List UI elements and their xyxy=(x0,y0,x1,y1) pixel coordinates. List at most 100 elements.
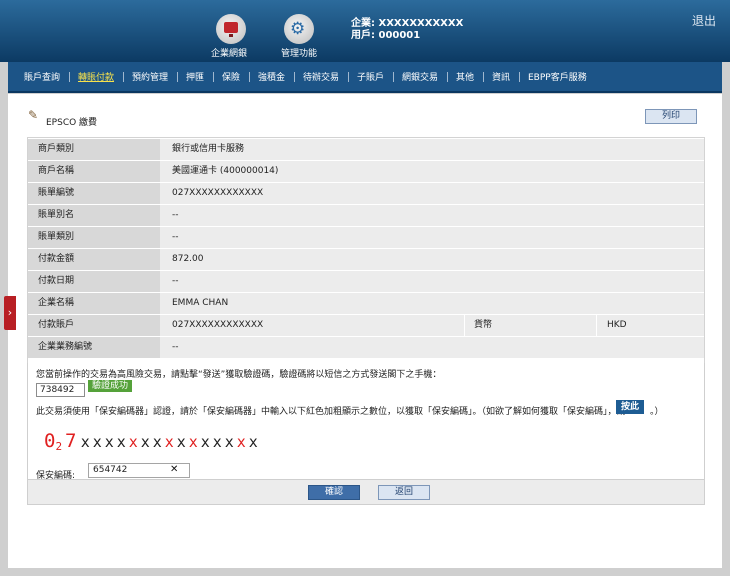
chevron-right-icon: › xyxy=(7,306,13,319)
nav-divider xyxy=(213,72,214,82)
otp-input[interactable]: 738492 xyxy=(36,383,85,397)
table-row: 賬單類別 -- xyxy=(28,227,704,248)
nav-divider xyxy=(123,72,124,82)
token-digit: 0 xyxy=(44,430,56,452)
table-row: 付款金額 872.00 xyxy=(28,249,704,270)
field-value: -- xyxy=(172,342,179,352)
nav-divider xyxy=(69,72,70,82)
token-mask: x xyxy=(176,433,186,451)
field-value: -- xyxy=(172,276,179,286)
nav-divider xyxy=(483,72,484,82)
token-mask: x xyxy=(164,433,174,451)
token-mask: x xyxy=(212,433,222,451)
corporate-ebanking-label[interactable]: 企業網銀 xyxy=(211,46,247,59)
token-mask: x xyxy=(188,433,198,451)
token-mask: x xyxy=(92,433,102,451)
field-value: 027XXXXXXXXXXXX xyxy=(172,320,264,330)
table-row: 企業業務編號 -- xyxy=(28,337,704,358)
token-digit: 7 xyxy=(64,430,77,452)
nav-mpf[interactable]: 強積金 xyxy=(258,70,285,83)
content-panel: ✎ EPSCO 繳費 列印 商戶類別 銀行或信用卡服務 商戶名稱 美國運通卡 (… xyxy=(8,94,722,568)
token-digit: 2 xyxy=(55,440,63,453)
field-value: -- xyxy=(172,232,179,242)
table-row: 賬單編號 027XXXXXXXXXXXX xyxy=(28,183,704,204)
field-value: 872.00 xyxy=(172,254,204,264)
field-label: 商戶類別 xyxy=(28,139,160,160)
cell-divider xyxy=(596,315,597,336)
token-instruction: 此交易須使用「保安編碼器」認證，請於「保安編碼器」中輸入以下紅色加粗顯示之數位，… xyxy=(36,407,626,417)
nav-divider xyxy=(348,72,349,82)
token-mask: x xyxy=(248,433,258,451)
nav-ebanking-transactions[interactable]: 網銀交易 xyxy=(402,70,438,83)
token-mask: x xyxy=(224,433,234,451)
nav-negotiation[interactable]: 押匯 xyxy=(186,70,204,83)
nav-transfer-payment[interactable]: 轉賬付款 xyxy=(78,70,114,83)
nav-information[interactable]: 資訊 xyxy=(492,70,510,83)
cell-divider xyxy=(464,315,465,336)
user-id: 用戶: 000001 xyxy=(351,30,421,41)
field-label: 付款賬戶 xyxy=(28,315,160,336)
corporate-ebanking-icon[interactable] xyxy=(216,14,246,44)
pencil-icon: ✎ xyxy=(28,108,39,122)
table-row: 賬單別名 -- xyxy=(28,205,704,226)
nav-scheduled-management[interactable]: 預約管理 xyxy=(132,70,168,83)
nav-divider xyxy=(249,72,250,82)
instruction-tail: 。） xyxy=(650,407,664,417)
field-label: 賬單別名 xyxy=(28,205,160,226)
field-value: -- xyxy=(172,210,179,220)
nav-ebpp-customer-service[interactable]: EBPP客戶服務 xyxy=(528,70,587,83)
payment-details-table: 商戶類別 銀行或信用卡服務 商戶名稱 美國運通卡 (400000014) 賬單編… xyxy=(27,137,705,366)
high-risk-notice: 您當前操作的交易為高風險交易，請點擊“發送”獲取驗證碼，驗證碼將以短信之方式發送… xyxy=(36,370,442,380)
token-mask: x xyxy=(128,433,138,451)
back-button[interactable]: 返回 xyxy=(378,485,430,500)
nav-others[interactable]: 其他 xyxy=(456,70,474,83)
security-token-challenge: 02 7 xxxxxxxxxxxxxxx xyxy=(44,430,259,454)
token-mask: x xyxy=(236,433,246,451)
gears-icon[interactable]: ⚙ xyxy=(284,14,314,44)
nav-pending-transactions[interactable]: 待辦交易 xyxy=(303,70,339,83)
token-mask: x xyxy=(200,433,210,451)
field-label: 商戶名稱 xyxy=(28,161,160,182)
field-label: 企業業務編號 xyxy=(28,337,160,358)
nav-divider xyxy=(393,72,394,82)
nav-insurance[interactable]: 保險 xyxy=(222,70,240,83)
token-mask: x xyxy=(116,433,126,451)
field-label: 付款日期 xyxy=(28,271,160,292)
print-button[interactable]: 列印 xyxy=(645,109,697,124)
field-value: 美國運通卡 (400000014) xyxy=(172,166,279,176)
token-mask: x xyxy=(140,433,150,451)
token-mask: x xyxy=(80,433,90,451)
main-nav: 賬戶查詢 轉賬付款 預約管理 押匯 保險 強積金 待辦交易 子賬戶 網銀交易 其… xyxy=(8,62,722,93)
field-label: 企業名稱 xyxy=(28,293,160,314)
field-label: 賬單編號 xyxy=(28,183,160,204)
nav-account-inquiry[interactable]: 賬戶查詢 xyxy=(24,70,60,83)
nav-divider xyxy=(519,72,520,82)
field-label: 付款金額 xyxy=(28,249,160,270)
nav-sub-accounts[interactable]: 子賬戶 xyxy=(357,70,384,83)
field-label: 賬單類別 xyxy=(28,227,160,248)
management-function-label[interactable]: 管理功能 xyxy=(281,46,317,59)
nav-divider xyxy=(294,72,295,82)
field-value: EMMA CHAN xyxy=(172,298,229,308)
token-mask: x xyxy=(152,433,162,451)
logout-link[interactable]: 退出 xyxy=(692,12,716,29)
field-value: 027XXXXXXXXXXXX xyxy=(172,188,264,198)
nav-divider xyxy=(177,72,178,82)
table-row: 企業名稱 EMMA CHAN xyxy=(28,293,704,314)
action-bar: 確認 返回 xyxy=(27,480,705,505)
table-row: 付款日期 -- xyxy=(28,271,704,292)
table-row: 商戶名稱 美國運通卡 (400000014) xyxy=(28,161,704,182)
click-here-button[interactable]: 按此 xyxy=(616,400,644,414)
currency-label: 貨幣 xyxy=(474,320,493,330)
side-expand-tab[interactable]: › xyxy=(4,296,16,330)
verification-success-badge: 驗證成功 xyxy=(88,380,132,392)
nav-divider xyxy=(447,72,448,82)
confirm-button[interactable]: 確認 xyxy=(308,485,360,500)
currency-value: HKD xyxy=(607,320,627,330)
table-row: 商戶類別 銀行或信用卡服務 xyxy=(28,139,704,160)
token-mask: x xyxy=(104,433,114,451)
field-value: 銀行或信用卡服務 xyxy=(172,144,245,154)
page-title: EPSCO 繳費 xyxy=(46,118,98,128)
clear-icon[interactable]: ✕ xyxy=(170,464,178,475)
table-row: 付款賬戶 027XXXXXXXXXXXX 貨幣 HKD xyxy=(28,315,704,336)
